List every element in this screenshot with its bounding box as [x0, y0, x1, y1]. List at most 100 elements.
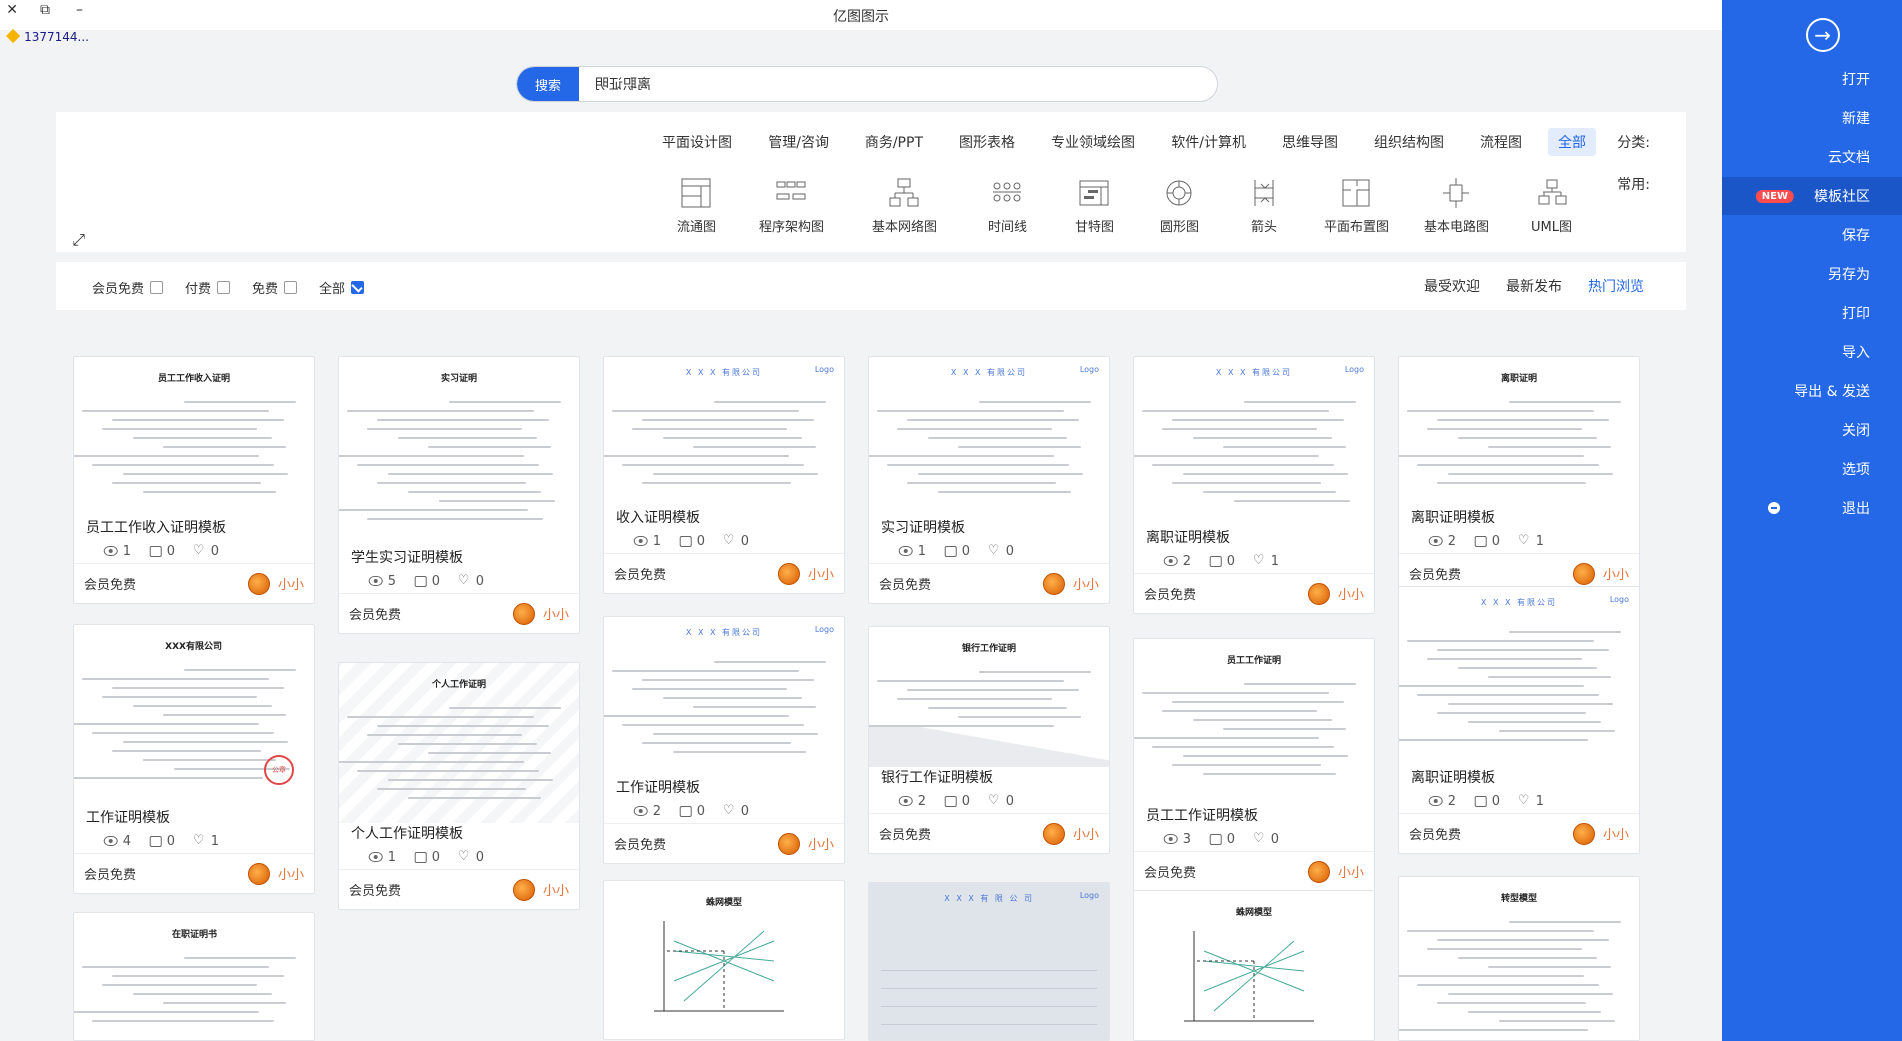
checkbox-checked-icon[interactable]: [351, 281, 365, 294]
author[interactable]: 小小: [777, 562, 834, 585]
card-title[interactable]: 员工工作证明模板: [1134, 805, 1374, 827]
sidebar-item-exit[interactable]: 退出: [1722, 489, 1902, 527]
fav-count[interactable]: ♡ 0: [723, 533, 749, 549]
template-card[interactable]: 蛛网模型: [1133, 890, 1375, 1041]
card-title[interactable]: 离职证明模板: [1399, 507, 1639, 529]
checkbox-icon[interactable]: [284, 281, 298, 294]
common-uml[interactable]: UML图: [1506, 176, 1598, 235]
category-flowchart[interactable]: 流程图: [1470, 128, 1532, 156]
sidebar-item-import[interactable]: 导入: [1722, 333, 1902, 371]
fav-count[interactable]: ♡ 1: [1518, 793, 1544, 809]
author[interactable]: 小小: [247, 862, 304, 885]
checkbox-icon[interactable]: [217, 281, 231, 294]
like-count[interactable]: 0: [679, 804, 705, 819]
card-title[interactable]: 工作证明模板: [604, 777, 844, 799]
fav-count[interactable]: ♡ 0: [193, 543, 219, 559]
common-flow[interactable]: 流通图: [656, 176, 736, 235]
card-title[interactable]: 离职证明模板: [1134, 527, 1374, 549]
fav-count[interactable]: ♡ 0: [458, 573, 484, 589]
checkbox-icon[interactable]: [150, 281, 164, 294]
template-thumbnail[interactable]: Logo X X X 有限公司: [1399, 587, 1639, 767]
card-title[interactable]: 收入证明模板: [604, 507, 844, 529]
author[interactable]: 小小: [1042, 572, 1099, 595]
like-count[interactable]: 0: [414, 574, 440, 589]
template-card[interactable]: 个人工作证明 个人工作证明模板 ♡ 0 0 1 小小 会员免费: [338, 662, 580, 910]
fav-count[interactable]: ♡ 1: [1253, 553, 1279, 569]
card-title[interactable]: 学生实习证明模板: [339, 547, 579, 569]
like-count[interactable]: 0: [414, 850, 440, 865]
template-thumbnail[interactable]: Logo X X X 有 限 公 司: [869, 883, 1109, 1041]
template-thumbnail[interactable]: Logo X X X 有限公司: [1134, 357, 1374, 527]
sidebar-item-export[interactable]: 导出 & 发送: [1722, 372, 1902, 410]
common-circuit[interactable]: 基本电路图: [1406, 176, 1506, 235]
common-timeline[interactable]: 时间线: [962, 176, 1052, 235]
template-thumbnail[interactable]: Logo X X X 有限公司: [604, 357, 844, 507]
template-card[interactable]: 在职证明书: [73, 912, 315, 1041]
template-thumbnail[interactable]: 个人工作证明: [339, 663, 579, 823]
common-floor-plan[interactable]: 平面布置图: [1306, 176, 1406, 235]
template-card[interactable]: Logo X X X 有限公司 实习证明模板 ♡ 0 0 1 小小 会员免费: [868, 356, 1110, 604]
template-thumbnail[interactable]: XXX有限公司 公章: [74, 625, 314, 807]
like-count[interactable]: 0: [679, 534, 705, 549]
category-management[interactable]: 管理/咨询: [758, 128, 839, 156]
template-card[interactable]: Logo X X X 有限公司 离职证明模板 ♡ 1 0 2 小小 会员免费: [1398, 586, 1640, 854]
template-card[interactable]: 员工工作收入证明 员工工作收入证明模板 ♡ 0 0 1 小小 会员免费: [73, 356, 315, 604]
category-graphic-table[interactable]: 图形表格: [949, 128, 1025, 156]
like-count[interactable]: 0: [1209, 554, 1235, 569]
sidebar-item-save[interactable]: 保存: [1722, 216, 1902, 254]
author[interactable]: 小小: [512, 878, 569, 901]
sidebar-item-template-community[interactable]: 模板社区 NEW: [1722, 177, 1902, 215]
sidebar-item-close[interactable]: 关闭: [1722, 411, 1902, 449]
tab-hot[interactable]: 热门浏览: [1588, 276, 1644, 296]
like-count[interactable]: 0: [944, 544, 970, 559]
card-title[interactable]: 离职证明模板: [1399, 767, 1639, 789]
template-thumbnail[interactable]: 蛛网模型: [1134, 891, 1374, 1041]
card-title[interactable]: 实习证明模板: [869, 517, 1109, 539]
template-card[interactable]: 银行工作证明 银行工作证明模板 ♡ 0 0 2 小小 会员免费: [868, 626, 1110, 854]
filter-free[interactable]: 免费: [252, 278, 298, 297]
category-business-ppt[interactable]: 商务/PPT: [855, 128, 933, 156]
category-software[interactable]: 软件/计算机: [1161, 128, 1256, 156]
common-arrow[interactable]: 箭头: [1222, 176, 1306, 235]
filter-all[interactable]: 全部: [319, 278, 365, 297]
search-input[interactable]: [577, 67, 1177, 101]
like-count[interactable]: 0: [944, 794, 970, 809]
like-count[interactable]: 0: [149, 834, 175, 849]
author[interactable]: 小小: [777, 832, 834, 855]
template-card[interactable]: Logo X X X 有限公司 工作证明模板 ♡ 0 0 2 小小 会员免费: [603, 616, 845, 864]
author[interactable]: 小小: [1572, 562, 1629, 585]
common-architecture[interactable]: 程序架构图: [736, 176, 846, 235]
template-card[interactable]: Logo X X X 有限公司 离职证明模板 ♡ 1 0 2 小小 会员免费: [1133, 356, 1375, 614]
filter-member-free[interactable]: 会员免费: [92, 278, 164, 297]
category-professional[interactable]: 专业领域绘图: [1041, 128, 1145, 156]
fav-count[interactable]: ♡ 1: [1518, 533, 1544, 549]
like-count[interactable]: 0: [1209, 832, 1235, 847]
sidebar-item-cloud[interactable]: 云文档: [1722, 138, 1902, 176]
category-all[interactable]: 全部: [1548, 128, 1596, 156]
sidebar-item-save-as[interactable]: 另存为: [1722, 255, 1902, 293]
template-card[interactable]: 转型模型: [1398, 876, 1640, 1041]
fav-count[interactable]: ♡ 0: [1253, 831, 1279, 847]
common-gantt[interactable]: 甘特图: [1052, 176, 1136, 235]
like-count[interactable]: 0: [1474, 534, 1500, 549]
template-thumbnail[interactable]: 银行工作证明: [869, 627, 1109, 767]
like-count[interactable]: 0: [149, 544, 175, 559]
template-card[interactable]: 员工工作证明 员工工作证明模板 ♡ 0 0 3 小小 会员免费: [1133, 638, 1375, 892]
category-org-chart[interactable]: 组织结构图: [1364, 128, 1454, 156]
fav-count[interactable]: ♡ 0: [458, 849, 484, 865]
fav-count[interactable]: ♡ 0: [723, 803, 749, 819]
sidebar-item-print[interactable]: 打印: [1722, 294, 1902, 332]
template-thumbnail[interactable]: 员工工作证明: [1134, 639, 1374, 805]
template-thumbnail[interactable]: 员工工作收入证明: [74, 357, 314, 517]
template-thumbnail[interactable]: 离职证明: [1399, 357, 1639, 507]
back-button[interactable]: →: [1806, 18, 1840, 52]
template-card[interactable]: 离职证明 离职证明模板 ♡ 1 0 2 小小 会员免费: [1398, 356, 1640, 594]
user-account[interactable]: 1377144...: [5, 28, 89, 44]
template-thumbnail[interactable]: 实习证明: [339, 357, 579, 547]
template-thumbnail[interactable]: 转型模型: [1399, 877, 1639, 1041]
card-title[interactable]: 个人工作证明模板: [339, 823, 579, 845]
author[interactable]: 小小: [1572, 822, 1629, 845]
like-count[interactable]: 0: [1474, 794, 1500, 809]
author[interactable]: 小小: [247, 572, 304, 595]
author[interactable]: 小小: [1307, 860, 1364, 883]
